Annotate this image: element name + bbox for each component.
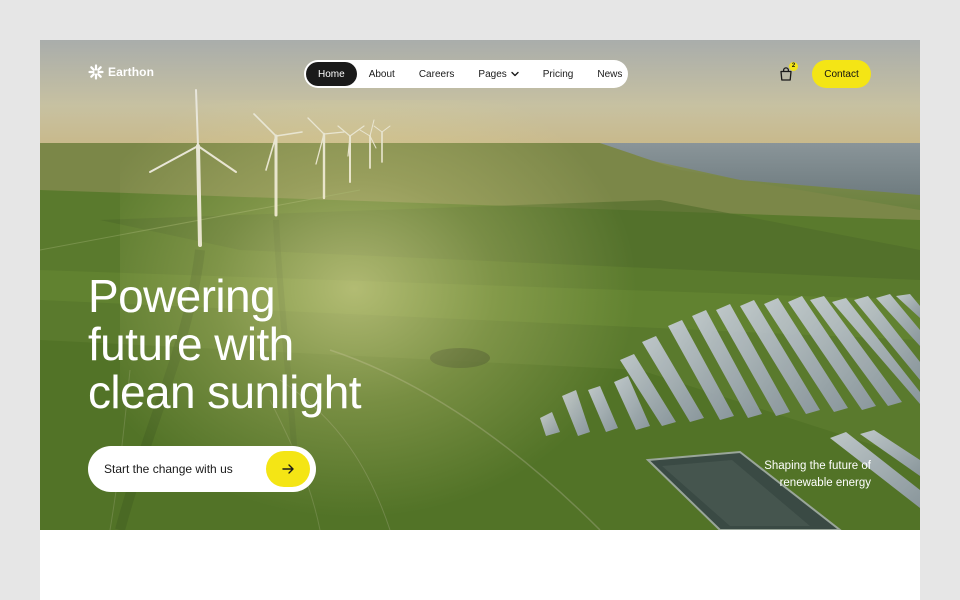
nav-item-home[interactable]: Home — [306, 62, 357, 86]
nav-item-label: Pricing — [542, 68, 574, 80]
cart-button[interactable]: 2 — [778, 62, 798, 82]
headline-line: future with — [88, 318, 294, 370]
shopping-bag-icon — [778, 67, 794, 86]
brand-name: Earthon — [108, 65, 155, 79]
nav-item-news[interactable]: News — [585, 62, 634, 86]
nav-item-about[interactable]: About — [357, 62, 407, 86]
nav-item-label: Careers — [418, 68, 455, 80]
start-change-button[interactable]: Start the change with us — [88, 446, 316, 492]
nav-item-pricing[interactable]: Pricing — [531, 62, 586, 86]
brand-logo[interactable]: Earthon — [88, 64, 154, 80]
sun-burst-icon — [88, 64, 104, 80]
nav-item-pages[interactable]: Pages — [466, 62, 530, 86]
hero-tagline: Shaping the future of renewable energy — [740, 458, 871, 492]
nav-item-label: Pages — [478, 68, 507, 80]
main-nav: Home About Careers Pages Pricing News — [304, 60, 628, 88]
chevron-down-icon — [511, 70, 519, 78]
nav-item-label: About — [368, 68, 395, 80]
hero-section: Earthon Home About Careers Pages Pricing… — [40, 40, 920, 530]
headline-line: clean sunlight — [88, 366, 362, 418]
page-frame: Earthon Home About Careers Pages Pricing… — [40, 40, 920, 600]
cta-label: Start the change with us — [104, 462, 233, 476]
contact-button[interactable]: Contact — [812, 60, 871, 88]
hero-headline: Powering future with clean sunlight — [88, 270, 362, 418]
cart-count-badge: 2 — [789, 62, 798, 71]
tagline-line: renewable energy — [779, 477, 871, 489]
arrow-right-icon — [266, 451, 310, 487]
nav-item-careers[interactable]: Careers — [407, 62, 467, 86]
nav-item-label: Home — [318, 68, 345, 80]
nav-item-label: News — [597, 68, 623, 80]
tagline-line: Shaping the future of — [764, 460, 871, 472]
headline-line: Powering — [88, 270, 276, 322]
